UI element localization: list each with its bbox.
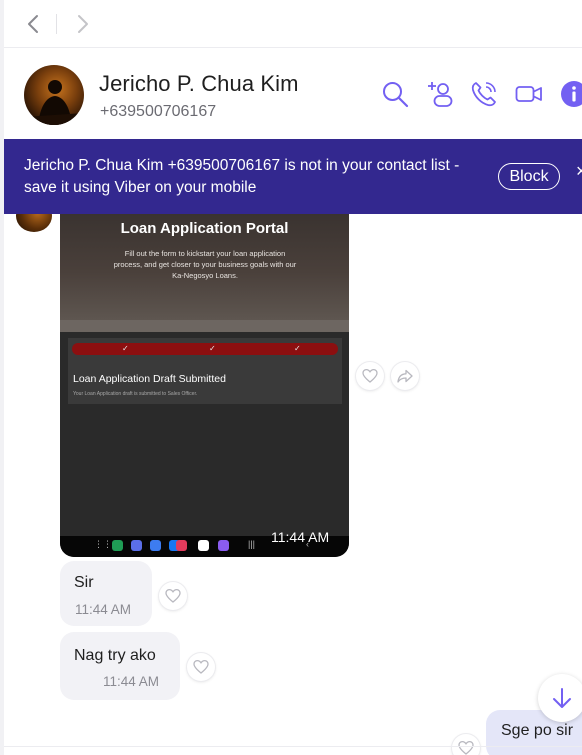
- back-arrow-icon[interactable]: [22, 12, 46, 36]
- screenshot-card-subtitle: Your Loan Application draft is submitted…: [73, 391, 198, 397]
- nav-separator: [56, 14, 57, 34]
- heart-icon: [165, 588, 181, 603]
- banner-text: Jericho P. Chua Kim +639500706167 is not…: [24, 157, 460, 196]
- chat-app-icon: [150, 540, 161, 551]
- chat-header: Jericho P. Chua Kim +639500706167: [4, 49, 582, 139]
- heart-icon: [458, 740, 474, 755]
- gmail-app-icon: [198, 540, 209, 551]
- avatar-silhouette-icon: [24, 80, 84, 125]
- phone-app-icon: [112, 540, 123, 551]
- message-bubble[interactable]: Sir 11:44 AM: [60, 561, 152, 626]
- message-bubble[interactable]: Nag try ako 11:44 AM: [60, 632, 180, 700]
- forward-arrow-icon[interactable]: [70, 12, 94, 36]
- like-button[interactable]: [159, 582, 187, 610]
- search-icon[interactable]: [380, 79, 410, 109]
- message-text: Sge po sir: [501, 722, 574, 739]
- video-call-icon[interactable]: [514, 79, 544, 109]
- add-participant-icon[interactable]: [425, 79, 455, 109]
- forward-button[interactable]: [391, 362, 419, 390]
- avatar[interactable]: [24, 65, 84, 125]
- image-message[interactable]: Loan Application Portal Fill out the for…: [60, 214, 349, 557]
- block-button[interactable]: Block: [498, 163, 560, 190]
- screenshot-card-title: Loan Application Draft Submitted: [73, 373, 226, 385]
- message-time: 11:44 AM: [103, 674, 160, 689]
- share-arrow-icon: [397, 369, 413, 383]
- check-icon: ✓: [122, 344, 129, 353]
- close-icon[interactable]: ×: [576, 161, 582, 182]
- screenshot-card: ✓ ✓ ✓ Loan Application Draft Submitted Y…: [68, 338, 342, 404]
- screenshot-progress-bar: ✓ ✓ ✓: [72, 343, 338, 355]
- contact-phone: +639500706167: [100, 103, 217, 120]
- app-grid-icon: ⋮⋮: [94, 539, 112, 549]
- heart-icon: [362, 368, 378, 383]
- scroll-to-bottom-button[interactable]: [538, 674, 582, 722]
- recents-icon: |||: [248, 539, 256, 549]
- arrow-down-icon: [553, 688, 571, 708]
- message-text: Sir: [74, 574, 94, 591]
- message-text: Nag try ako: [74, 647, 156, 664]
- info-icon[interactable]: [559, 79, 582, 109]
- call-icon[interactable]: [469, 79, 499, 109]
- sender-avatar[interactable]: [16, 214, 52, 232]
- check-icon: ✓: [209, 344, 216, 353]
- camera-app-icon: [176, 540, 187, 551]
- like-button[interactable]: [356, 362, 384, 390]
- viber-app-icon: [218, 540, 229, 551]
- nav-bar: [4, 0, 582, 48]
- image-timestamp: 11:44 AM: [271, 529, 330, 545]
- check-icon: ✓: [294, 344, 301, 353]
- composer-divider: [4, 746, 582, 747]
- messages-app-icon: [131, 540, 142, 551]
- like-button[interactable]: [452, 734, 480, 755]
- like-button[interactable]: [187, 653, 215, 681]
- screenshot-subtitle: Fill out the form to kickstart your loan…: [113, 249, 297, 280]
- screenshot-header: Loan Application Portal Fill out the for…: [60, 214, 349, 320]
- heart-icon: [193, 659, 209, 674]
- message-time: 11:44 AM: [75, 602, 132, 617]
- chat-area[interactable]: Loan Application Portal Fill out the for…: [4, 214, 582, 755]
- screenshot-title: Loan Application Portal: [120, 220, 289, 237]
- unknown-contact-banner: Jericho P. Chua Kim +639500706167 is not…: [4, 139, 582, 214]
- screenshot-band: [60, 320, 349, 332]
- contact-name[interactable]: Jericho P. Chua Kim: [99, 71, 299, 97]
